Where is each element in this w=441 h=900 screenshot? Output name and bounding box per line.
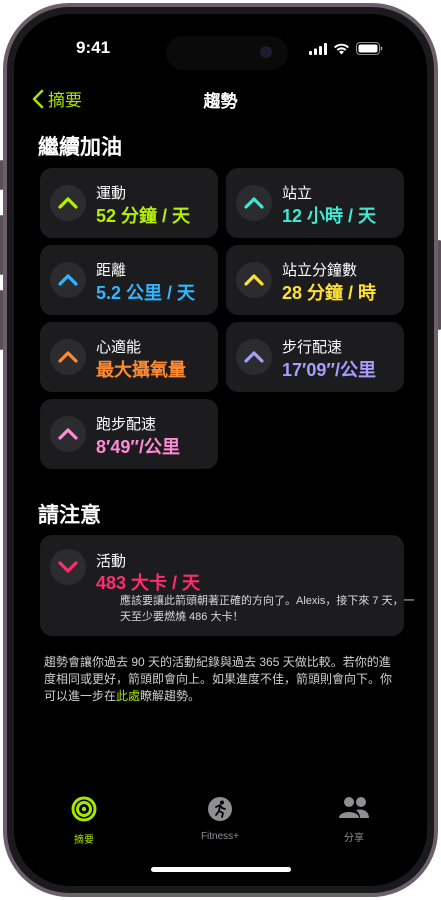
chevron-up-icon (244, 351, 264, 363)
trend-card-value: 最大攝氧量 (96, 360, 186, 380)
trend-card-label: 站立分鐘數 (282, 262, 358, 279)
activity-rings-icon (71, 796, 97, 822)
sharing-people-icon (339, 797, 369, 818)
trend-card[interactable]: 站立 12 小時 / 天 (226, 168, 404, 238)
trend-card-value: 483 大卡 / 天 (96, 573, 201, 593)
trend-card[interactable]: 心適能 最大攝氧量 (40, 322, 218, 392)
trend-down-badge (50, 549, 86, 585)
trend-card-value: 52 分鐘 / 天 (96, 206, 191, 226)
trend-card-label: 步行配速 (282, 339, 343, 356)
battery-icon (356, 42, 383, 55)
trend-card-value: 17′09″/公里 (282, 360, 376, 380)
chevron-up-icon (58, 428, 78, 440)
chevron-up-icon (58, 351, 78, 363)
trend-up-badge (236, 185, 272, 221)
trend-card-value: 5.2 公里 / 天 (96, 283, 196, 303)
tab-summary-label: 摘要 (74, 835, 94, 846)
footnote-text-end: 瞭解趨勢。 (140, 689, 201, 703)
trend-card[interactable]: 距離 5.2 公里 / 天 (40, 245, 218, 315)
iphone-device: 9:41 摘要 趨勢 繼續加油 運動 52 分鐘 / 天 站立 12 小時 / … (0, 0, 441, 900)
fitness-plus-icon (208, 797, 232, 821)
trend-card-move[interactable]: 活動 483 大卡 / 天 應該要讓此箭頭朝著正確的方向了。Alexis，接下來… (40, 535, 415, 636)
section-title-attention: 請注意 (38, 504, 101, 527)
trend-up-badge (50, 416, 86, 452)
navigation-bar: 摘要 趨勢 (14, 86, 427, 111)
trend-card-label: 站立 (282, 185, 313, 202)
trend-up-badge (50, 339, 86, 375)
learn-more-link[interactable]: 此處 (116, 689, 140, 703)
trends-footnote: 趨勢會讓你過去 90 天的活動紀錄與過去 365 天做比較。若你的進度相同或更好… (44, 654, 399, 705)
tab-bar: 摘要 Fitness+ 分享 (14, 796, 427, 856)
trend-card-label: 距離 (96, 262, 127, 279)
chevron-up-icon (244, 274, 264, 286)
home-indicator (151, 867, 291, 872)
trend-card-message: 應該要讓此箭頭朝著正確的方向了。Alexis，接下來 7 天，一天至少要燃燒 4… (120, 595, 415, 623)
trend-card-value: 12 小時 / 天 (282, 206, 377, 226)
tab-fitness-plus-label: Fitness+ (200, 831, 240, 842)
trend-card-label: 心適能 (96, 339, 142, 356)
trend-up-badge (50, 262, 86, 298)
trend-up-badge (236, 262, 272, 298)
trend-card[interactable]: 步行配速 17′09″/公里 (226, 322, 404, 392)
cellular-signal-icon (309, 42, 327, 55)
chevron-up-icon (58, 197, 78, 209)
trend-card[interactable]: 跑步配速 8′49″/公里 (40, 399, 218, 469)
status-icons (309, 42, 383, 55)
trend-up-badge (50, 185, 86, 221)
trend-card[interactable]: 站立分鐘數 28 分鐘 / 時 (226, 245, 404, 315)
trend-up-badge (236, 339, 272, 375)
trend-card-value: 8′49″/公里 (96, 437, 180, 457)
wifi-icon (334, 43, 349, 54)
chevron-down-icon (58, 561, 78, 573)
trend-card-value: 28 分鐘 / 時 (282, 283, 377, 303)
trend-card[interactable]: 運動 52 分鐘 / 天 (40, 168, 218, 238)
trend-card-label: 運動 (96, 185, 127, 202)
status-time: 9:41 (76, 38, 111, 57)
screen: 9:41 摘要 趨勢 繼續加油 運動 52 分鐘 / 天 站立 12 小時 / … (14, 14, 427, 886)
chevron-up-icon (244, 197, 264, 209)
trend-card-label: 活動 (96, 553, 127, 570)
tab-sharing-label: 分享 (344, 833, 364, 844)
tab-summary[interactable]: 摘要 (34, 796, 134, 846)
page-title: 趨勢 (203, 92, 238, 111)
footnote-text: 趨勢會讓你過去 90 天的活動紀錄與過去 365 天做比較。若你的進度相同或更好… (44, 655, 393, 703)
section-title-keep-going: 繼續加油 (38, 136, 122, 159)
chevron-up-icon (58, 274, 78, 286)
tab-fitness-plus[interactable]: Fitness+ (170, 796, 270, 842)
front-camera (260, 46, 272, 58)
trend-card-label: 跑步配速 (96, 416, 157, 433)
status-bar: 9:41 (14, 36, 427, 70)
tab-sharing[interactable]: 分享 (304, 796, 404, 844)
